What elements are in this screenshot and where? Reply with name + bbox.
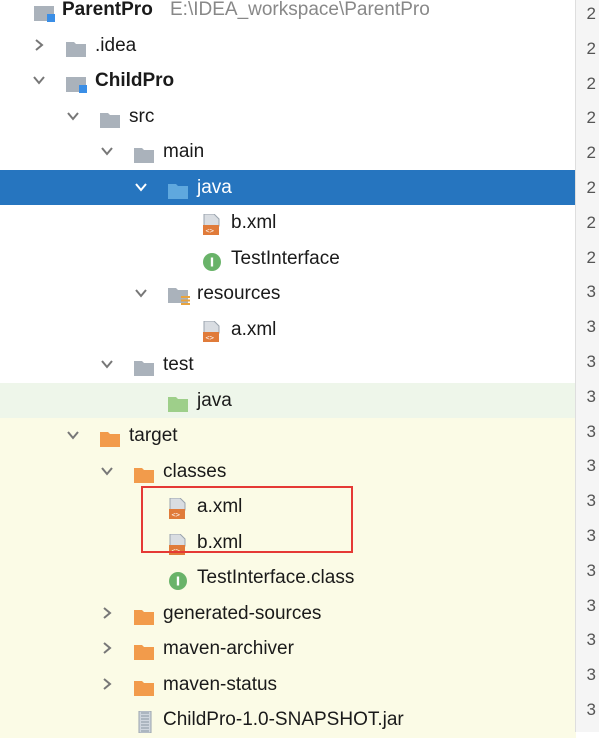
interface-icon: I: [168, 568, 188, 590]
svg-text:<>: <>: [206, 227, 214, 235]
chevron-down-icon[interactable]: [30, 63, 48, 99]
folder-icon: [66, 36, 86, 57]
gutter-line-number: 3: [586, 282, 596, 302]
source-folder-icon: [168, 178, 188, 199]
editor-gutter: 2 2 2 2 2 2 2 2 3 3 3 3 3 3 3 3 3 3 3 3 3: [575, 0, 599, 732]
gutter-line-number: 3: [586, 630, 596, 650]
gutter-line-number: 3: [586, 595, 596, 615]
chevron-down-icon[interactable]: [98, 347, 116, 383]
tree-row-src[interactable]: src: [0, 99, 576, 135]
chevron-down-icon[interactable]: [64, 99, 82, 135]
folder-icon: [134, 142, 154, 163]
folder-icon: [100, 107, 120, 128]
tree-row-a-xml-src[interactable]: <> a.xml: [0, 312, 576, 348]
gutter-line-number: 2: [586, 178, 596, 197]
tree-label-childpro: ChildPro: [95, 70, 175, 91]
gutter-line-number: 3: [586, 352, 596, 371]
chevron-down-icon[interactable]: [98, 134, 116, 170]
tree-row-classes[interactable]: classes: [0, 453, 576, 490]
chevron-down-icon[interactable]: [132, 170, 150, 206]
tree-row-idea[interactable]: .idea: [0, 28, 576, 64]
module-folder-icon: [34, 0, 55, 22]
project-path: E:\IDEA_workspace\ParentPro: [170, 0, 430, 20]
tree-row-maven-archiver[interactable]: maven-archiver: [0, 631, 576, 667]
chevron-right-icon[interactable]: [30, 28, 48, 64]
gutter-line-number: 3: [586, 421, 596, 441]
tree-label-maven-archiver: maven-archiver: [163, 638, 294, 659]
tree-row-target[interactable]: target: [0, 418, 576, 454]
chevron-down-icon[interactable]: [64, 418, 82, 454]
tree-label-resources: resources: [197, 283, 281, 304]
gutter-line-number: 3: [586, 386, 596, 406]
excluded-folder-icon: [134, 604, 154, 625]
project-tree: ParentPro E:\IDEA_workspace\ParentPro .i…: [0, 0, 576, 738]
gutter-line-number: 2: [586, 143, 596, 163]
svg-text:I: I: [176, 575, 180, 589]
svg-text:I: I: [210, 255, 214, 269]
tree-label-jar: ChildPro-1.0-SNAPSHOT.jar: [163, 709, 404, 730]
chevron-right-icon[interactable]: [98, 667, 116, 703]
tree-row-testinterface[interactable]: I TestInterface: [0, 241, 576, 277]
tree-label-parentpro: ParentPro: [62, 0, 153, 20]
highlight-box: [141, 486, 353, 553]
xml-file-icon: <>: [202, 213, 222, 235]
gutter-line-number: 2: [586, 73, 596, 93]
interface-icon: I: [202, 249, 222, 271]
tree-row-testinterface-class[interactable]: I TestInterface.class: [0, 560, 576, 596]
test-folder-icon: [168, 391, 188, 412]
tree-row-generated-sources[interactable]: generated-sources: [0, 595, 576, 632]
tree-label-testinterface-class: TestInterface.class: [197, 567, 355, 588]
resources-folder-icon: [168, 284, 190, 305]
tree-label-main: main: [163, 141, 205, 162]
tree-row-java-main[interactable]: java: [0, 169, 576, 206]
gutter-line-number: 3: [586, 700, 596, 719]
tree-label-generated-sources: generated-sources: [163, 602, 322, 624]
tree-label-b-xml: b.xml: [231, 212, 277, 233]
gutter-line-number: 3: [586, 317, 596, 337]
tree-row-parentpro[interactable]: ParentPro E:\IDEA_workspace\ParentPro: [0, 0, 576, 28]
tree-label-java-main: java: [197, 176, 232, 198]
tree-label-classes: classes: [163, 460, 227, 482]
tree-label-a-xml: a.xml: [231, 318, 277, 340]
gutter-line-number: 2: [586, 247, 596, 267]
chevron-down-icon[interactable]: [132, 276, 150, 312]
excluded-folder-icon: [100, 426, 120, 447]
excluded-folder-icon: [134, 462, 154, 483]
excluded-folder-icon: [134, 639, 154, 660]
tree-label-src: src: [129, 105, 155, 127]
tree-label-maven-status: maven-status: [163, 673, 278, 695]
tree-label-target: target: [129, 425, 178, 446]
tree-label-testinterface: TestInterface: [231, 247, 340, 269]
svg-text:<>: <>: [206, 334, 214, 342]
gutter-line-number: 2: [586, 108, 596, 128]
tree-row-java-test[interactable]: java: [0, 382, 576, 418]
tree-row-childpro[interactable]: ChildPro: [0, 63, 576, 99]
gutter-line-number: 3: [586, 491, 596, 511]
jar-icon: [136, 710, 156, 734]
gutter-line-number: 2: [586, 38, 596, 58]
tree-row-jar[interactable]: ChildPro-1.0-SNAPSHOT.jar: [0, 702, 576, 738]
gutter-line-number: 2: [586, 4, 596, 23]
chevron-right-icon[interactable]: [98, 596, 116, 632]
tree-row-test[interactable]: test: [0, 347, 576, 383]
tree-row-b-xml-src[interactable]: <> b.xml: [0, 205, 576, 241]
gutter-line-number: 3: [586, 526, 596, 545]
module-folder-icon: [66, 71, 87, 93]
tree-label-java-test: java: [197, 389, 232, 411]
chevron-right-icon[interactable]: [98, 631, 116, 667]
folder-icon: [134, 355, 154, 376]
tree-row-resources[interactable]: resources: [0, 276, 576, 312]
gutter-line-number: 2: [586, 212, 596, 232]
tree-row-main[interactable]: main: [0, 134, 576, 170]
gutter-line-number: 3: [586, 665, 596, 685]
gutter-line-number: 3: [586, 456, 596, 476]
tree-label-idea: .idea: [95, 34, 137, 56]
tree-label-test: test: [163, 354, 194, 375]
tree-row-maven-status[interactable]: maven-status: [0, 666, 576, 703]
gutter-line-number: 3: [586, 560, 596, 580]
excluded-folder-icon: [134, 675, 154, 696]
xml-file-icon: <>: [202, 320, 222, 342]
chevron-down-icon[interactable]: [98, 454, 116, 490]
